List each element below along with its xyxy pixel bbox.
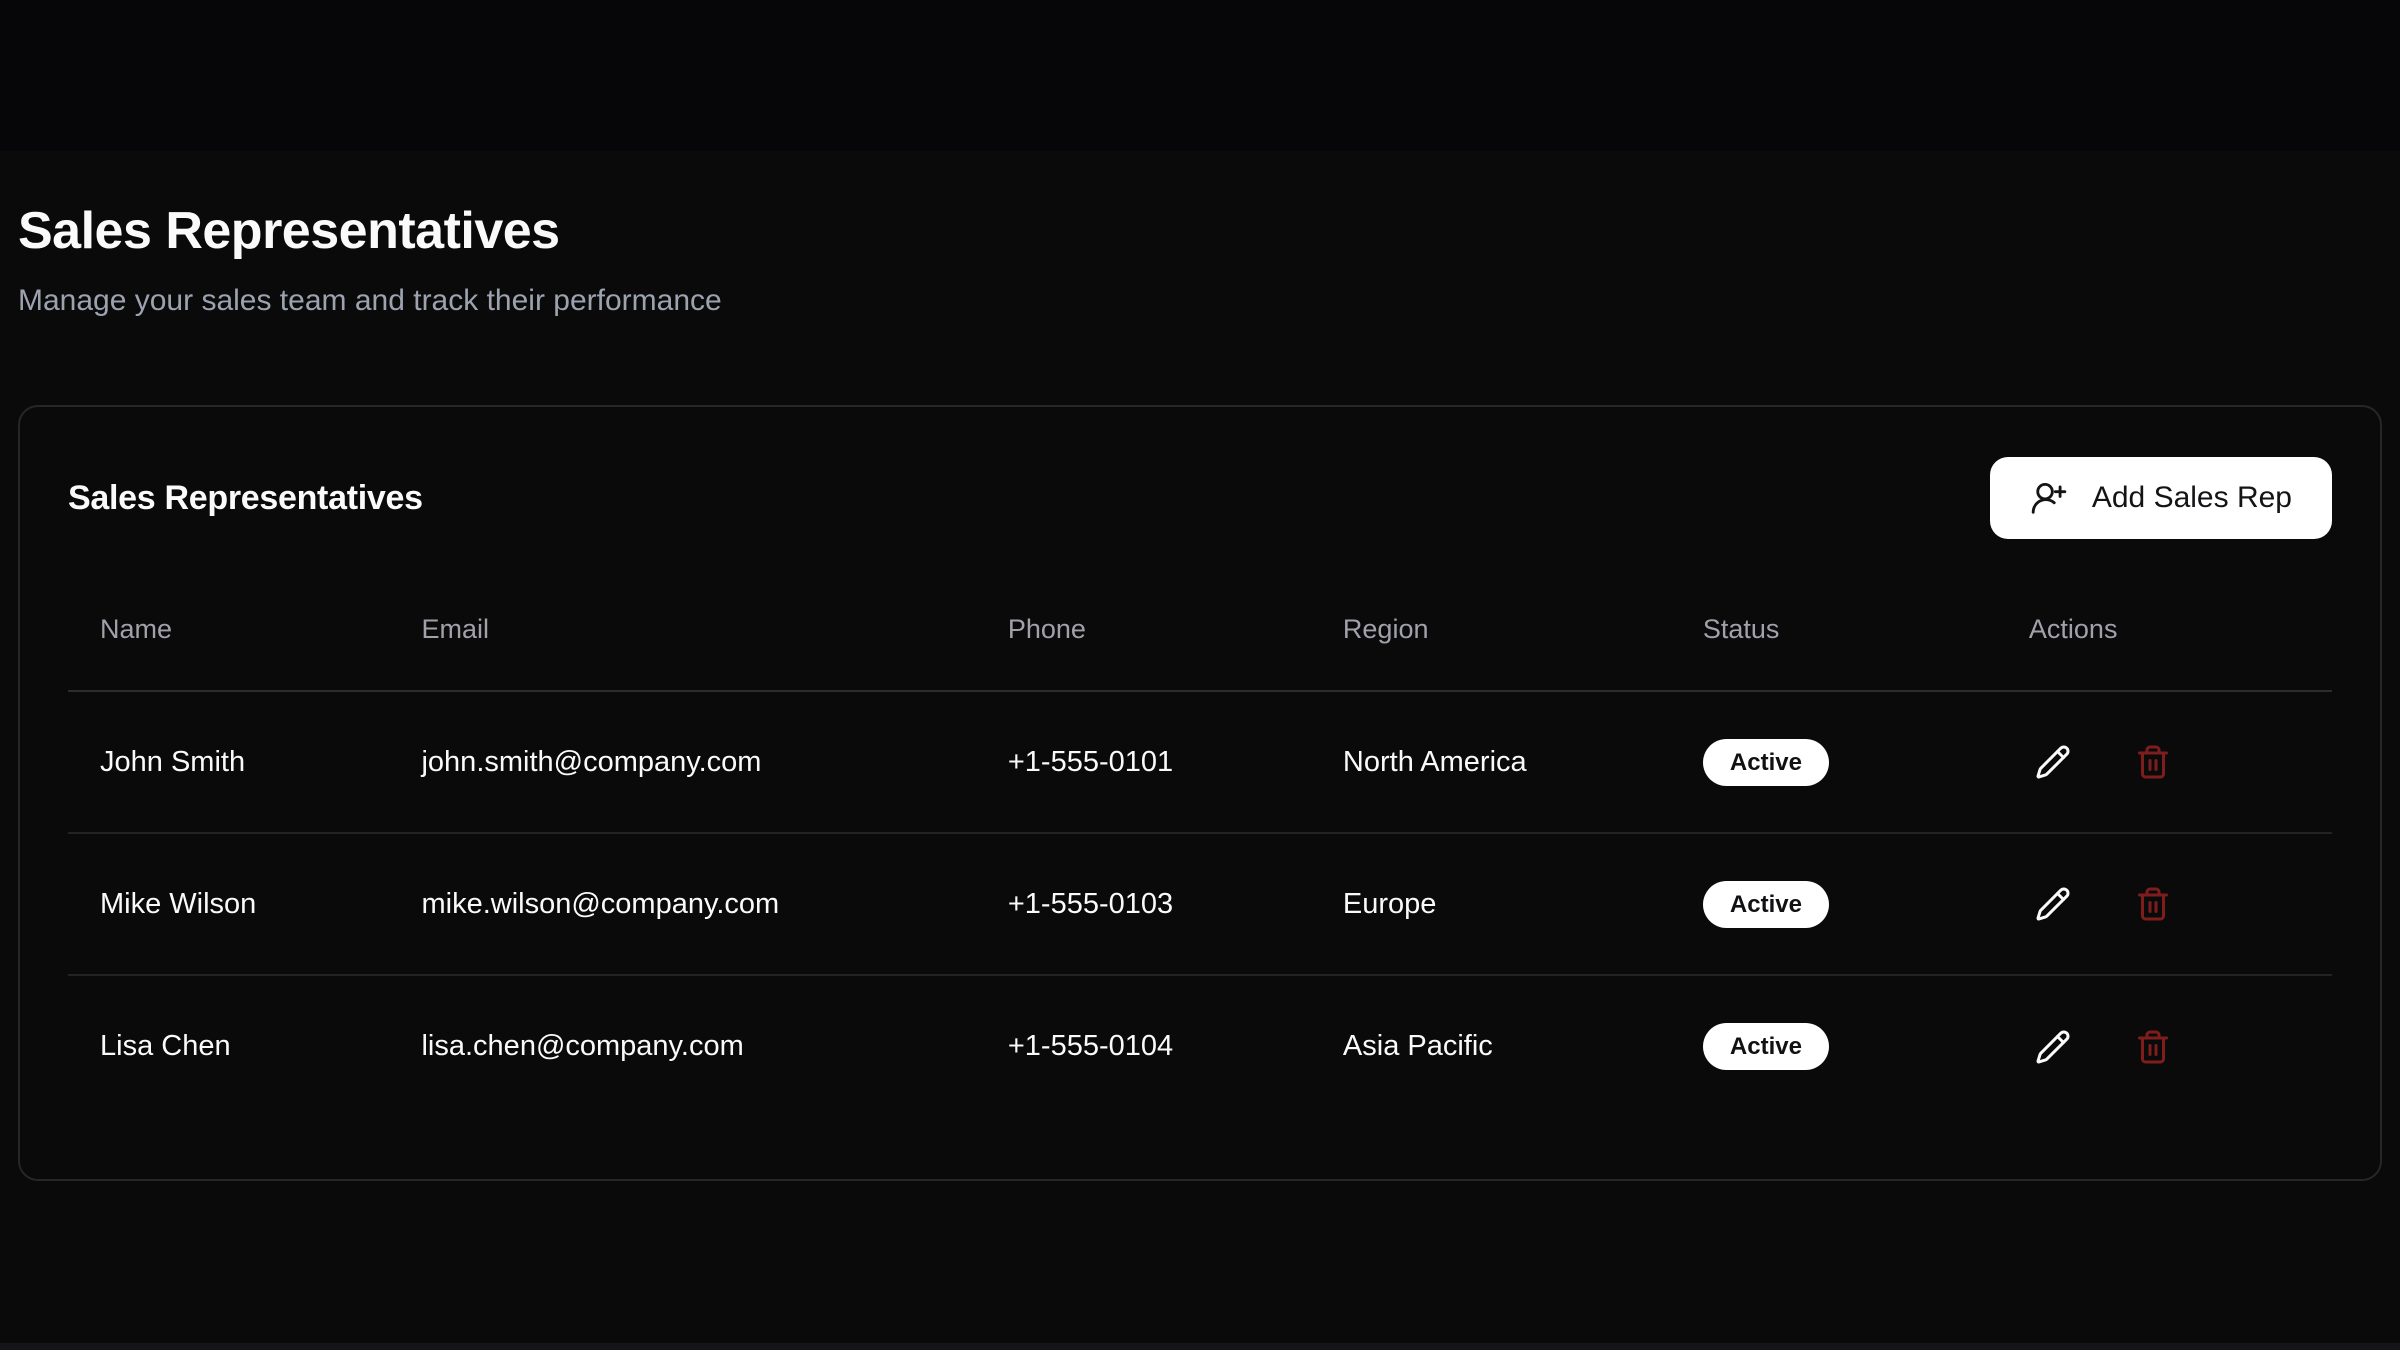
rep-status-cell: Active — [1671, 975, 1997, 1117]
card-title: Sales Representatives — [68, 479, 423, 518]
status-badge: Active — [1703, 881, 1829, 928]
sales-reps-card: Sales Representatives Add Sales Rep — [18, 405, 2382, 1181]
trash-icon — [2135, 1029, 2171, 1065]
row-actions — [2029, 738, 2300, 786]
column-header-region: Region — [1311, 571, 1671, 691]
row-actions — [2029, 1023, 2300, 1071]
pencil-icon — [2035, 1029, 2071, 1065]
page-subtitle: Manage your sales team and track their p… — [18, 280, 2382, 322]
status-badge: Active — [1703, 1023, 1829, 1070]
column-header-name: Name — [68, 571, 389, 691]
delete-button[interactable] — [2129, 880, 2177, 928]
edit-button[interactable] — [2029, 880, 2077, 928]
page-title: Sales Representatives — [18, 200, 2382, 262]
trash-icon — [2135, 886, 2171, 922]
rep-region: Europe — [1311, 833, 1671, 975]
table-body: John Smith john.smith@company.com +1-555… — [68, 691, 2332, 1117]
column-header-status: Status — [1671, 571, 1997, 691]
table-row: Lisa Chen lisa.chen@company.com +1-555-0… — [68, 975, 2332, 1117]
sales-reps-table: Name Email Phone Region Status Actions J… — [68, 571, 2332, 1117]
delete-button[interactable] — [2129, 1023, 2177, 1071]
pencil-icon — [2035, 886, 2071, 922]
main-content: Sales Representatives Manage your sales … — [0, 0, 2400, 1181]
rep-name: Lisa Chen — [68, 975, 389, 1117]
rep-status-cell: Active — [1671, 691, 1997, 833]
status-badge: Active — [1703, 739, 1829, 786]
rep-email: lisa.chen@company.com — [389, 975, 975, 1117]
rep-actions-cell — [1997, 975, 2332, 1117]
rep-name: John Smith — [68, 691, 389, 833]
delete-button[interactable] — [2129, 738, 2177, 786]
user-plus-icon — [2030, 479, 2068, 517]
card-header: Sales Representatives Add Sales Rep — [68, 457, 2332, 539]
rep-name: Mike Wilson — [68, 833, 389, 975]
add-sales-rep-button[interactable]: Add Sales Rep — [1990, 457, 2332, 539]
column-header-email: Email — [389, 571, 975, 691]
rep-phone: +1-555-0101 — [976, 691, 1311, 833]
edit-button[interactable] — [2029, 1023, 2077, 1071]
edit-button[interactable] — [2029, 738, 2077, 786]
trash-icon — [2135, 744, 2171, 780]
add-sales-rep-label: Add Sales Rep — [2092, 481, 2292, 515]
table-row: Mike Wilson mike.wilson@company.com +1-5… — [68, 833, 2332, 975]
rep-email: mike.wilson@company.com — [389, 833, 975, 975]
column-header-phone: Phone — [976, 571, 1311, 691]
pencil-icon — [2035, 744, 2071, 780]
rep-phone: +1-555-0104 — [976, 975, 1311, 1117]
rep-phone: +1-555-0103 — [976, 833, 1311, 975]
rep-email: john.smith@company.com — [389, 691, 975, 833]
column-header-actions: Actions — [1997, 571, 2332, 691]
rep-actions-cell — [1997, 833, 2332, 975]
rep-region: Asia Pacific — [1311, 975, 1671, 1117]
rep-actions-cell — [1997, 691, 2332, 833]
bottom-strip — [0, 1343, 2400, 1350]
rep-region: North America — [1311, 691, 1671, 833]
rep-status-cell: Active — [1671, 833, 1997, 975]
row-actions — [2029, 880, 2300, 928]
table-row: John Smith john.smith@company.com +1-555… — [68, 691, 2332, 833]
table-header: Name Email Phone Region Status Actions — [68, 571, 2332, 691]
